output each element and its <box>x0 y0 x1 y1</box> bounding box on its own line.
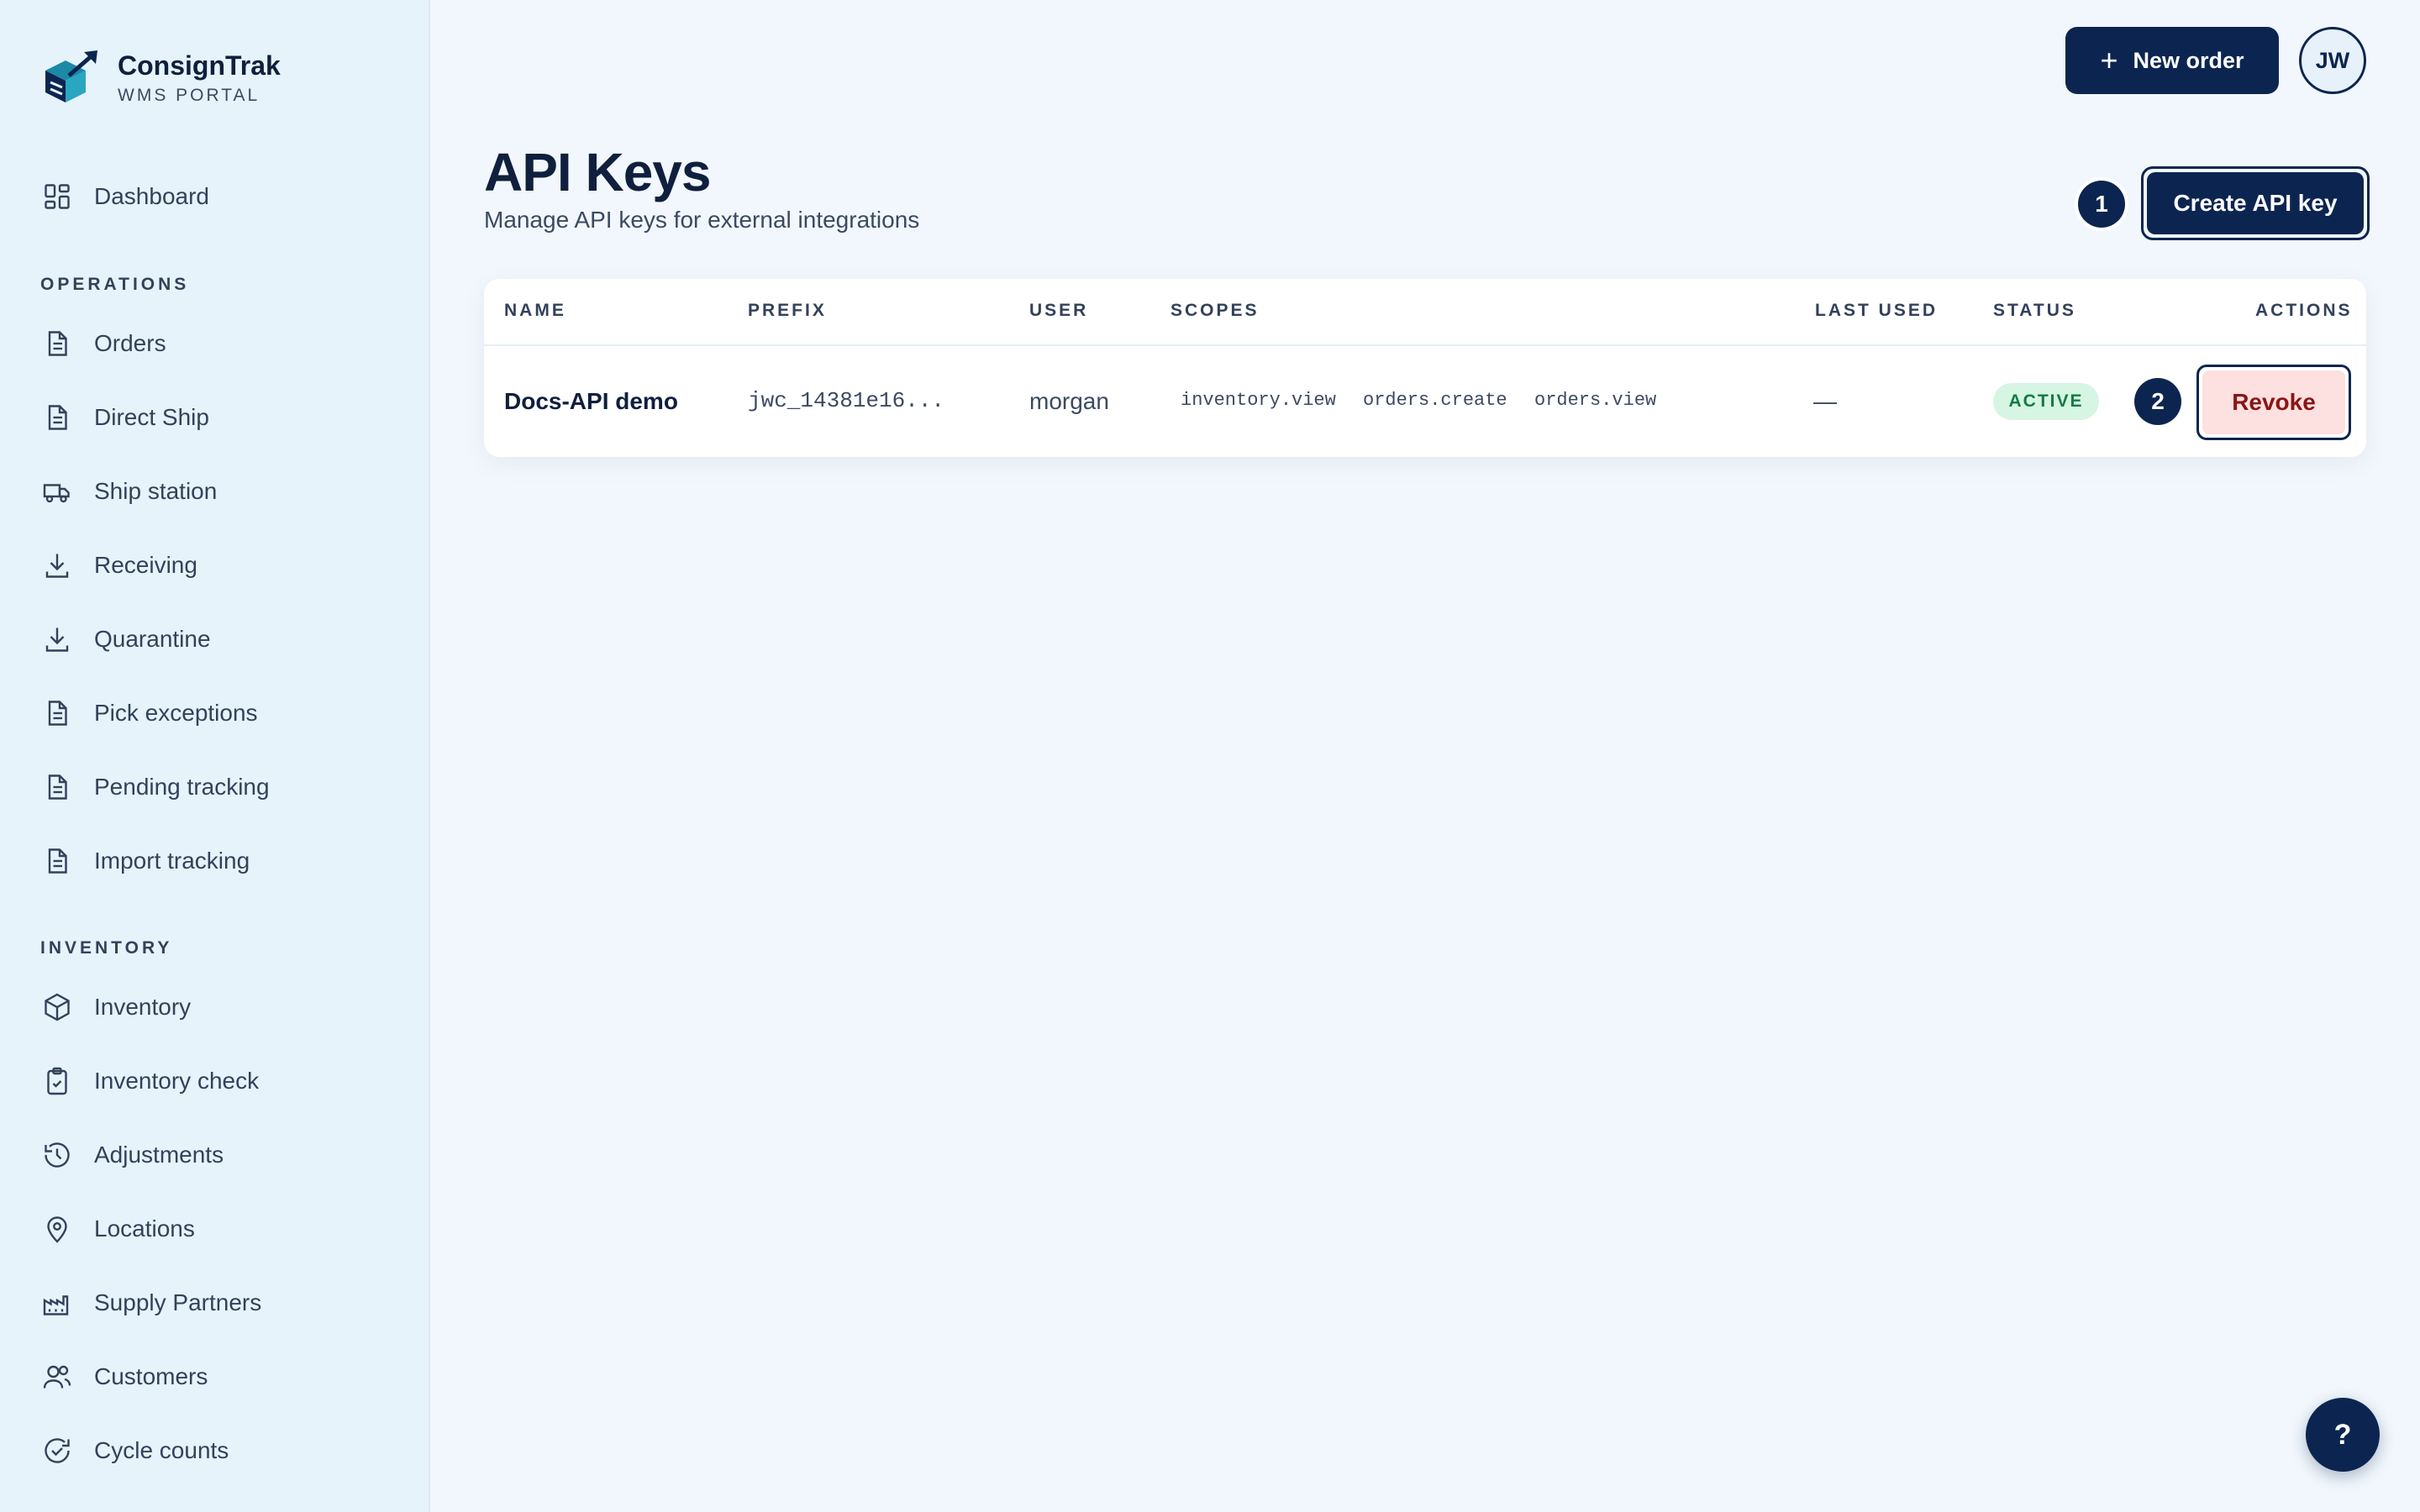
sidebar-item-import-tracking[interactable]: Import tracking <box>40 834 393 888</box>
sidebar-item-orders[interactable]: Orders <box>40 317 393 370</box>
factory-icon <box>40 1286 74 1320</box>
refresh-check-icon <box>40 1434 74 1467</box>
sidebar-item-label: Orders <box>94 330 166 356</box>
page-subtitle: Manage API keys for external integration… <box>484 207 920 233</box>
sidebar-item-label: Pick exceptions <box>94 700 258 726</box>
sidebar-item-ship-station[interactable]: Ship station <box>40 465 393 518</box>
clipboard-check-icon <box>40 1064 74 1098</box>
sidebar-item-cycle-counts[interactable]: Cycle counts <box>40 1424 393 1478</box>
sidebar-item-supply-partners[interactable]: Supply Partners <box>40 1276 393 1330</box>
key-last-used: — <box>1813 388 1837 414</box>
map-pin-icon <box>40 1212 74 1246</box>
status-badge: ACTIVE <box>1993 383 2099 420</box>
sidebar-item-label: Quarantine <box>94 626 211 652</box>
box-icon <box>40 990 74 1024</box>
create-api-key-button[interactable]: Create API key <box>2141 166 2370 240</box>
sidebar-item-label: Pending tracking <box>94 774 270 800</box>
scope-tag: orders.create <box>1363 390 1507 411</box>
sidebar: ConsignTrak WMS PORTAL Dashboard OPERATI… <box>0 0 430 1512</box>
sidebar-item-dashboard[interactable]: Dashboard <box>40 170 393 223</box>
sidebar-item-pending-tracking[interactable]: Pending tracking <box>40 760 393 814</box>
sidebar-item-inventory-check[interactable]: Inventory check <box>40 1054 393 1108</box>
document-icon <box>40 401 74 434</box>
sidebar-item-label: Locations <box>94 1215 195 1242</box>
sidebar-item-label: Inventory <box>94 994 192 1020</box>
page-title: API Keys <box>484 142 711 202</box>
avatar[interactable]: JW <box>2299 27 2366 94</box>
sidebar-item-adjustments[interactable]: Adjustments <box>40 1128 393 1182</box>
dashboard-icon <box>40 180 74 213</box>
app-root: ConsignTrak WMS PORTAL Dashboard OPERATI… <box>0 0 2420 1512</box>
column-header-last-used: LAST USED <box>1815 301 1939 320</box>
sidebar-item-label: Receiving <box>94 552 197 578</box>
scope-tag: inventory.view <box>1181 390 1336 411</box>
column-header-status: STATUS <box>1993 301 2076 320</box>
brand[interactable]: ConsignTrak WMS PORTAL <box>40 49 281 108</box>
download-icon <box>40 622 74 656</box>
sidebar-item-label: Adjustments <box>94 1142 224 1168</box>
sidebar-item-quarantine[interactable]: Quarantine <box>40 612 393 666</box>
column-header-prefix: PREFIX <box>748 301 827 320</box>
step-badge-1: 1 <box>2078 181 2125 228</box>
download-icon <box>40 549 74 582</box>
column-header-user: USER <box>1029 301 1089 320</box>
key-name: Docs-API demo <box>504 388 678 414</box>
sidebar-section-operations: OPERATIONS <box>40 275 190 294</box>
document-icon <box>40 696 74 730</box>
step-badge-2: 2 <box>2134 378 2181 425</box>
sidebar-section-inventory: INVENTORY <box>40 938 173 958</box>
sidebar-item-label: Customers <box>94 1363 208 1389</box>
brand-name: ConsignTrak <box>118 50 281 81</box>
scope-tag: orders.view <box>1534 390 1657 411</box>
key-user: morgan <box>1029 388 1109 414</box>
new-order-label: New order <box>2133 47 2244 73</box>
sidebar-item-label: Ship station <box>94 478 218 504</box>
sidebar-item-direct-ship[interactable]: Direct Ship <box>40 391 393 444</box>
document-icon <box>40 844 74 878</box>
sidebar-item-pick-exceptions[interactable]: Pick exceptions <box>40 686 393 740</box>
column-header-name: NAME <box>504 301 566 320</box>
help-button[interactable]: ? <box>2306 1398 2380 1472</box>
truck-icon <box>40 475 74 508</box>
sidebar-item-label: Supply Partners <box>94 1289 262 1315</box>
sidebar-item-label: Inventory check <box>94 1068 260 1094</box>
sidebar-item-label: Direct Ship <box>94 404 209 430</box>
consigntrak-logo-icon <box>45 50 97 102</box>
sidebar-item-label: Cycle counts <box>94 1437 229 1463</box>
document-icon <box>40 770 74 804</box>
brand-subtitle: WMS PORTAL <box>118 86 260 105</box>
document-icon <box>40 327 74 360</box>
new-order-button[interactable]: + New order <box>2065 27 2279 94</box>
sidebar-item-customers[interactable]: Customers <box>40 1350 393 1404</box>
sidebar-item-label: Import tracking <box>94 848 250 874</box>
sidebar-item-receiving[interactable]: Receiving <box>40 538 393 592</box>
sidebar-item-inventory[interactable]: Inventory <box>40 980 393 1034</box>
sidebar-item-label: Dashboard <box>94 183 209 209</box>
column-header-scopes: SCOPES <box>1171 301 1260 320</box>
users-icon <box>40 1360 74 1394</box>
table-header-divider <box>484 344 2366 346</box>
revoke-button[interactable]: Revoke <box>2196 365 2351 440</box>
key-prefix: jwc_14381e16... <box>748 388 945 413</box>
create-api-key-label: Create API key <box>2147 172 2364 234</box>
plus-icon: + <box>2100 43 2118 77</box>
revoke-label: Revoke <box>2202 370 2345 434</box>
history-icon <box>40 1138 74 1172</box>
sidebar-item-locations[interactable]: Locations <box>40 1202 393 1256</box>
column-header-actions: ACTIONS <box>2255 301 2353 320</box>
